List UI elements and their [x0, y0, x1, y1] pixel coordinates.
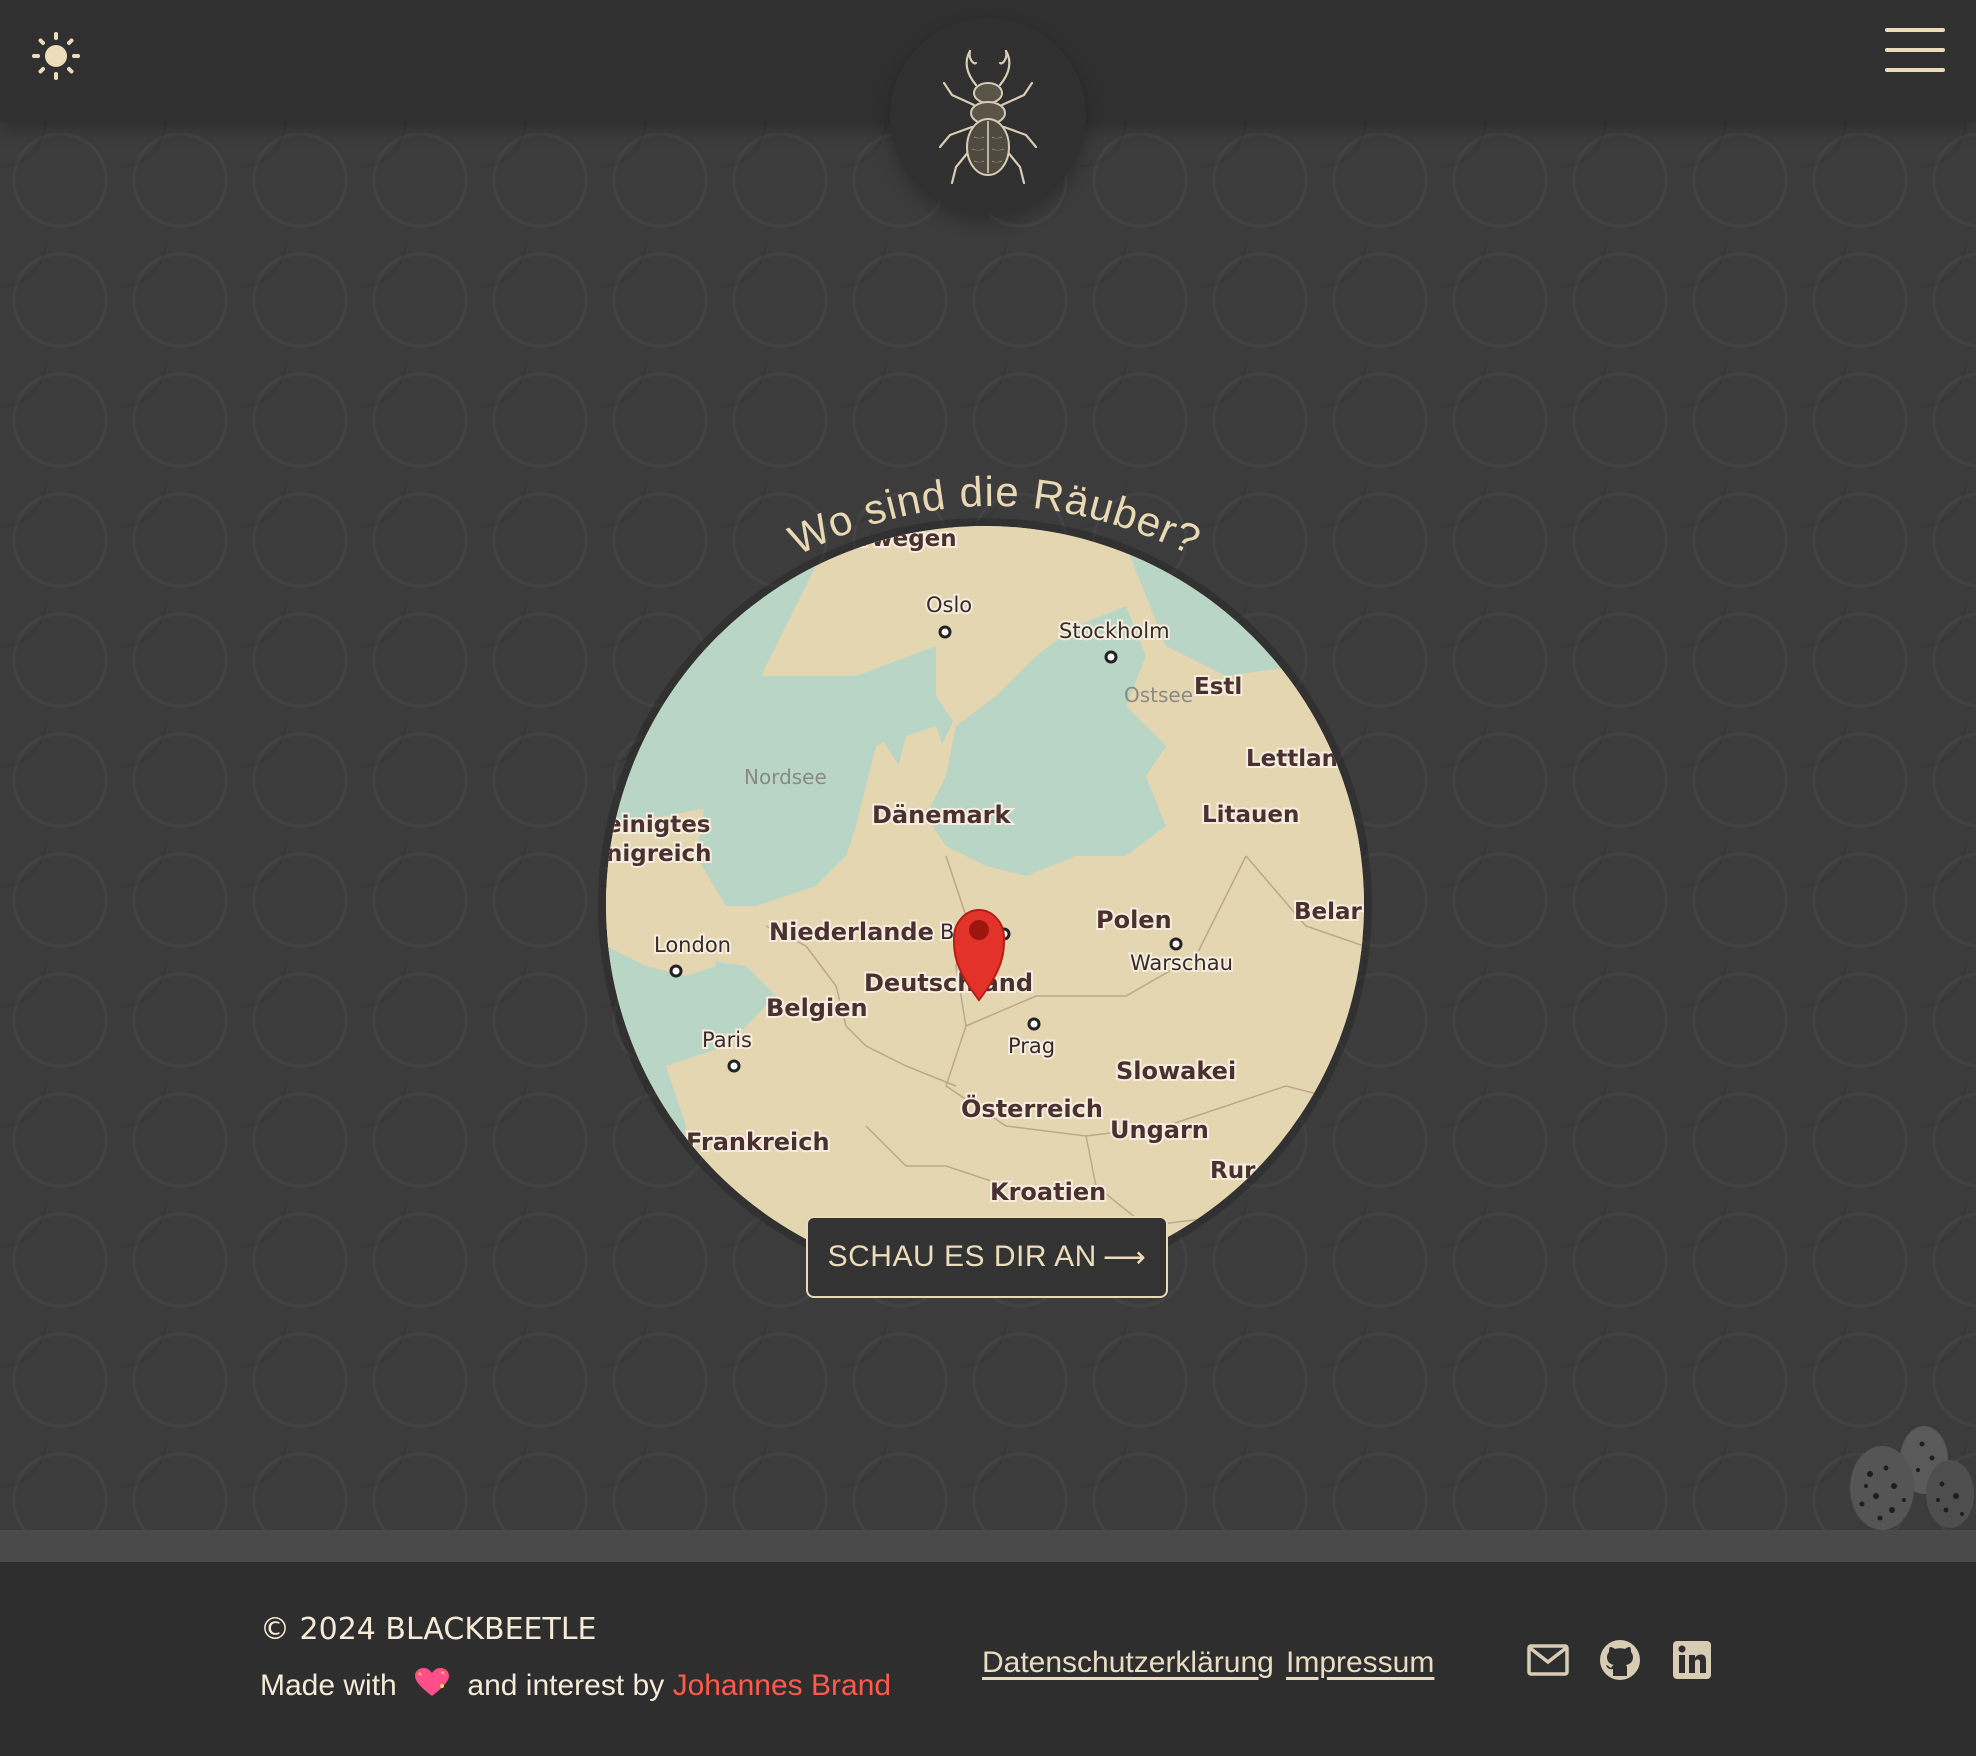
label-slowakei: Slowakei: [1116, 1057, 1236, 1085]
label-frankreich: Frankreich: [686, 1128, 830, 1156]
mail-icon[interactable]: [1526, 1638, 1570, 1682]
label-uk-line2: nigreich: [606, 841, 712, 867]
city-dot-prag: [1027, 1017, 1041, 1031]
city-dot-paris: [727, 1059, 741, 1073]
label-rumaenien: Rur: [1210, 1158, 1256, 1184]
footer-copyright: © 2024 BLACKBEETLE: [260, 1612, 597, 1647]
label-ostsee: Ostsee: [1124, 683, 1193, 707]
label-daenemark: Dänemark: [872, 801, 1012, 829]
label-london: London: [654, 933, 731, 957]
label-uk-line1: einigtes: [606, 812, 711, 838]
label-deutschland: Deutschland: [864, 969, 1033, 997]
label-polen: Polen: [1096, 906, 1172, 934]
label-oslo: Oslo: [926, 593, 972, 617]
label-norwegen: rwegen: [860, 526, 957, 552]
sparkling-heart-icon: [415, 1668, 450, 1706]
hamburger-menu-button[interactable]: [1884, 26, 1946, 78]
label-litauen: Litauen: [1202, 802, 1299, 828]
github-icon[interactable]: [1598, 1638, 1642, 1682]
privacy-policy-link[interactable]: Datenschutzerklärung: [982, 1646, 1274, 1680]
label-warschau: Warschau: [1130, 951, 1233, 975]
made-with-middle: and interest by: [467, 1668, 665, 1702]
city-dot-stockholm: [1104, 650, 1118, 664]
logo-badge[interactable]: [890, 18, 1086, 214]
arrow-right-icon: ⟶: [1102, 1240, 1147, 1274]
label-lettland: Lettlan: [1246, 746, 1338, 772]
view-map-button-label: SCHAU ES DIR AN: [827, 1240, 1097, 1273]
label-belarus: Belar: [1294, 899, 1363, 925]
map-view[interactable]: rwegen Estl Lettlan Dänemark Litauen ein…: [606, 526, 1364, 1284]
theme-toggle-button[interactable]: [28, 30, 84, 86]
label-prag: Prag: [1008, 1034, 1055, 1058]
stag-beetle-logo: [938, 49, 1038, 185]
label-stockholm: Stockholm: [1059, 619, 1170, 643]
made-with-prefix: Made with: [260, 1668, 397, 1702]
label-niederlande: Niederlande: [769, 918, 934, 946]
beetle-eggs-decoration[interactable]: [1842, 1414, 1976, 1532]
sun-icon: [32, 32, 80, 80]
footer-divider: [0, 1530, 1976, 1562]
label-belgien: Belgien: [766, 994, 868, 1022]
city-dot-oslo: [938, 625, 952, 639]
view-map-button[interactable]: SCHAU ES DIR AN ⟶: [806, 1216, 1168, 1298]
author-link[interactable]: Johannes Brand: [673, 1669, 892, 1702]
label-estland: Estl: [1194, 674, 1242, 700]
city-dot-warschau: [1169, 937, 1183, 951]
label-ungarn: Ungarn: [1110, 1116, 1209, 1144]
label-nordsee: Nordsee: [744, 765, 827, 789]
footer-made-with: Made with and interest by Johannes Brand: [260, 1668, 891, 1706]
city-dot-london: [669, 964, 683, 978]
linkedin-icon[interactable]: [1670, 1638, 1714, 1682]
label-paris: Paris: [702, 1028, 752, 1052]
label-kroatien: Kroatien: [990, 1178, 1106, 1206]
hamburger-menu-icon: [1885, 28, 1945, 72]
imprint-link[interactable]: Impressum: [1286, 1646, 1434, 1680]
label-oesterreich: Österreich: [961, 1093, 1103, 1123]
